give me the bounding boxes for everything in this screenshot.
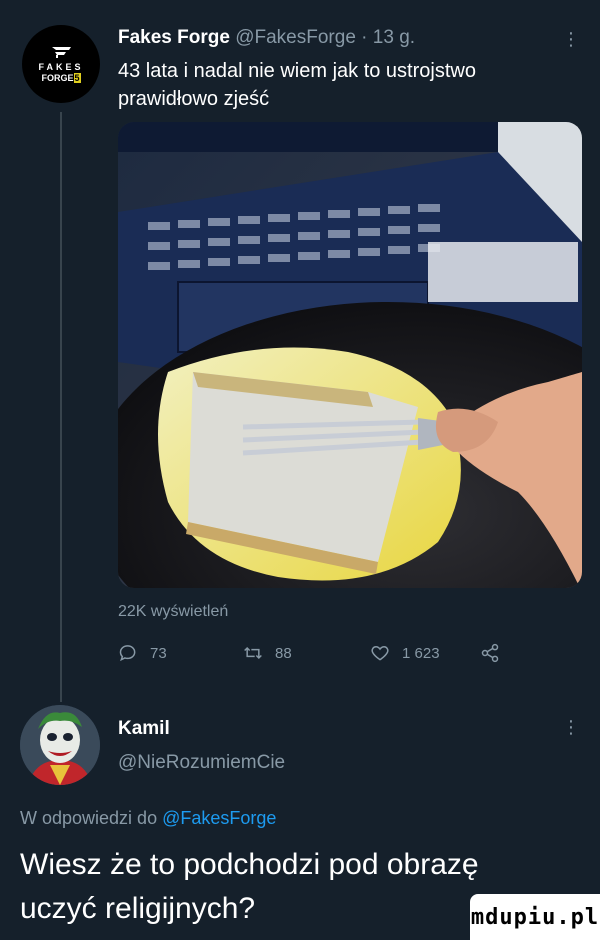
reply-author-handle[interactable]: @NieRozumiemCie — [118, 752, 285, 774]
like-count: 1 623 — [402, 644, 440, 662]
tweet-header: Fakes Forge @FakesForge · 13 g. — [118, 27, 415, 49]
reply-button[interactable]: 73 — [118, 643, 167, 663]
reply-more-icon[interactable]: ⋮ — [562, 718, 580, 736]
avatar-logo-text: FAKES — [38, 61, 84, 72]
reply-icon — [119, 645, 136, 662]
tweet-actions: 73 88 1 623 — [118, 643, 578, 669]
share-button[interactable] — [480, 643, 512, 663]
reply-context: W odpowiedzi do @FakesForge — [20, 808, 276, 829]
reply-context-prefix: W odpowiedzi do — [20, 808, 158, 828]
tweet-media-photo[interactable] — [118, 122, 582, 588]
joker-avatar-image — [20, 705, 100, 785]
avatar-logo-badge: 5 — [73, 72, 81, 83]
tweet[interactable]: FAKES FORGE5 Fakes Forge @FakesForge · 1… — [0, 0, 600, 702]
avatar-logo-forge: FORGE — [41, 72, 74, 83]
reply-author-name[interactable]: Kamil — [118, 718, 170, 740]
cake-on-plate-photo — [118, 122, 582, 588]
kamil-avatar[interactable] — [20, 705, 100, 785]
author-name[interactable]: Fakes Forge — [118, 27, 230, 48]
avatar-logo-subtext: FORGE5 — [41, 72, 81, 83]
fakes-forge-logo-icon — [52, 46, 71, 58]
fakes-forge-avatar[interactable]: FAKES FORGE5 — [22, 25, 100, 103]
tweet-timestamp[interactable]: 13 g. — [373, 27, 415, 48]
retweet-count: 88 — [275, 644, 292, 662]
heart-icon — [371, 645, 389, 661]
like-button[interactable]: 1 623 — [370, 643, 440, 663]
share-icon — [481, 643, 499, 663]
author-handle[interactable]: @FakesForge — [235, 27, 356, 48]
thread-connector-line — [60, 112, 62, 702]
retweet-button[interactable]: 88 — [243, 643, 292, 663]
watermark: mdupiu.pl — [470, 894, 600, 940]
more-icon[interactable]: ⋮ — [562, 30, 580, 48]
reply-context-mention[interactable]: @FakesForge — [162, 808, 276, 828]
view-count: 22K wyświetleń — [118, 603, 229, 620]
tweet-text: 43 lata i nadal nie wiem jak to ustrojst… — [118, 60, 476, 110]
retweet-icon — [244, 646, 262, 660]
separator-dot: · — [361, 27, 368, 48]
reply-count: 73 — [150, 644, 167, 662]
